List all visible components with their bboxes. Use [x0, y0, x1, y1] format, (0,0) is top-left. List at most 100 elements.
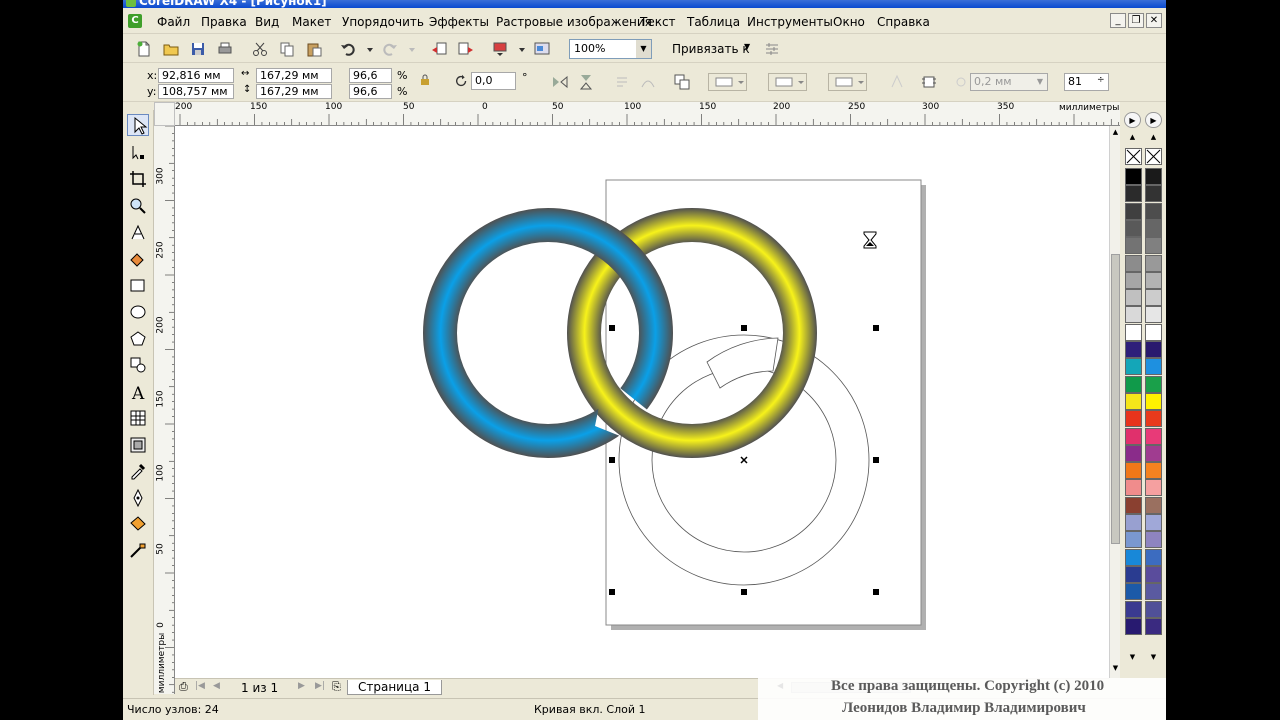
menu-layout[interactable]: Макет: [292, 15, 331, 29]
color-swatch[interactable]: [1125, 375, 1142, 393]
wrap-text-icon[interactable]: [920, 73, 938, 91]
color-swatch[interactable]: [1125, 444, 1142, 462]
zoom-tool-icon[interactable]: [127, 195, 149, 217]
color-swatch[interactable]: [1145, 479, 1162, 497]
outline-style-combo[interactable]: [768, 73, 807, 91]
color-swatch[interactable]: [1145, 271, 1162, 289]
lock-ratio-icon[interactable]: [416, 71, 434, 89]
color-swatch[interactable]: [1125, 565, 1142, 583]
palette-flyout-icon[interactable]: ▶: [1124, 112, 1141, 128]
freehand-tool-icon[interactable]: [127, 222, 149, 244]
vertical-scroll-thumb[interactable]: [1111, 254, 1120, 544]
color-swatch[interactable]: [1125, 289, 1142, 307]
welcome-screen-icon[interactable]: [533, 40, 551, 58]
save-icon[interactable]: [189, 40, 207, 58]
application-launcher-icon[interactable]: [491, 40, 509, 58]
eyedropper-tool-icon[interactable]: [127, 460, 149, 482]
mirror-horizontal-icon[interactable]: [551, 73, 569, 91]
smart-fill-tool-icon[interactable]: [127, 248, 149, 270]
color-swatch[interactable]: [1125, 168, 1142, 185]
color-swatch[interactable]: [1145, 237, 1162, 255]
color-swatch[interactable]: [1145, 531, 1162, 549]
menu-arrange[interactable]: Упорядочить: [342, 15, 424, 29]
color-swatch[interactable]: [1125, 202, 1142, 220]
open-icon[interactable]: [162, 40, 180, 58]
undo-dropdown-icon[interactable]: [361, 40, 373, 58]
scale-height-field[interactable]: 96,6: [349, 84, 392, 99]
color-swatch[interactable]: [1145, 375, 1162, 393]
color-swatch[interactable]: [1125, 600, 1142, 618]
outline-pen-tool-icon[interactable]: [127, 487, 149, 509]
x-position-field[interactable]: 92,816 мм: [158, 68, 234, 83]
color-swatch[interactable]: [1125, 237, 1142, 255]
wrap-paragraph-text-icon[interactable]: [613, 73, 631, 91]
copy-icon[interactable]: [278, 40, 296, 58]
color-swatch[interactable]: [1145, 583, 1162, 601]
polygon-tool-icon[interactable]: [127, 328, 149, 350]
outline-style-end-combo[interactable]: [828, 73, 867, 91]
to-curves-icon[interactable]: [639, 73, 657, 91]
redo-icon[interactable]: [381, 40, 399, 58]
color-swatch[interactable]: [1145, 444, 1162, 462]
combine-icon[interactable]: [673, 73, 691, 91]
snap-dropdown-icon[interactable]: ▼: [744, 42, 750, 51]
menu-table[interactable]: Таблица: [687, 15, 740, 29]
table-tool-icon[interactable]: [127, 407, 149, 429]
fill-tool-icon[interactable]: [127, 513, 149, 535]
color-swatch[interactable]: [1145, 617, 1162, 635]
menu-view[interactable]: Вид: [255, 15, 279, 29]
ellipse-tool-icon[interactable]: [127, 301, 149, 323]
zoom-level-combo[interactable]: 100% ▼: [569, 39, 652, 59]
color-swatch[interactable]: [1145, 168, 1162, 185]
color-swatch[interactable]: [1145, 185, 1162, 203]
width-field[interactable]: 167,29 мм: [256, 68, 332, 83]
color-swatch[interactable]: [1125, 219, 1142, 237]
previous-page-icon[interactable]: ◀: [213, 681, 220, 691]
redo-dropdown-icon[interactable]: [403, 40, 415, 58]
wrap-text-disabled-icon[interactable]: [888, 73, 906, 91]
color-swatch[interactable]: [1145, 323, 1162, 341]
color-swatch[interactable]: [1145, 548, 1162, 566]
print-icon[interactable]: [216, 40, 234, 58]
first-page-icon[interactable]: |◀: [195, 681, 205, 691]
color-swatch[interactable]: [1145, 462, 1162, 480]
color-swatch[interactable]: [1145, 254, 1162, 272]
add-page-icon[interactable]: ⎘: [332, 680, 341, 694]
color-swatch[interactable]: [1125, 306, 1142, 324]
color-swatch[interactable]: [1125, 462, 1142, 480]
color-swatch[interactable]: [1125, 617, 1142, 635]
color-swatch[interactable]: [1125, 479, 1142, 497]
menu-tools[interactable]: Инструменты: [747, 15, 833, 29]
new-document-icon[interactable]: [135, 40, 153, 58]
color-swatch[interactable]: [1145, 358, 1162, 376]
menu-bitmaps[interactable]: Растровые изображения: [496, 15, 652, 29]
restore-button[interactable]: ❐: [1128, 13, 1144, 28]
minimize-button[interactable]: _: [1110, 13, 1126, 28]
color-swatch[interactable]: [1145, 341, 1162, 358]
color-swatch[interactable]: [1145, 600, 1162, 618]
rotation-angle-field[interactable]: 0,0: [471, 72, 516, 90]
outline-width-combo[interactable]: 0,2 мм ▼: [970, 73, 1048, 91]
page-tab[interactable]: Страница 1: [347, 680, 442, 695]
color-swatch[interactable]: [1145, 306, 1162, 324]
vertical-scrollbar[interactable]: ▲ ▼: [1109, 126, 1120, 678]
snap-to-label[interactable]: Привязать к: [672, 42, 750, 56]
interactive-fill-tool-icon[interactable]: [127, 540, 149, 562]
menu-window[interactable]: Окно: [833, 15, 865, 29]
paste-icon[interactable]: [305, 40, 323, 58]
scale-width-field[interactable]: 96,6: [349, 68, 392, 83]
pick-tool-icon[interactable]: [127, 114, 149, 136]
options-icon[interactable]: [763, 40, 781, 58]
page-options-icon[interactable]: ⎙: [179, 680, 188, 694]
no-color-swatch[interactable]: [1145, 148, 1162, 165]
palette-scroll-down-icon[interactable]: ▼: [1124, 652, 1141, 662]
horizontal-ruler[interactable]: 200 150 100 50 0 50 100 150 200 250 300 …: [175, 102, 1120, 126]
color-swatch[interactable]: [1145, 202, 1162, 220]
menu-text[interactable]: Текст: [640, 15, 676, 29]
color-swatch[interactable]: [1125, 341, 1142, 358]
color-swatch[interactable]: [1125, 323, 1142, 341]
spinner-arrows-icon[interactable]: ÷: [1097, 75, 1105, 85]
text-tool-icon[interactable]: A: [127, 381, 149, 404]
color-swatch[interactable]: [1145, 496, 1162, 514]
interactive-blend-tool-icon[interactable]: [127, 434, 149, 456]
